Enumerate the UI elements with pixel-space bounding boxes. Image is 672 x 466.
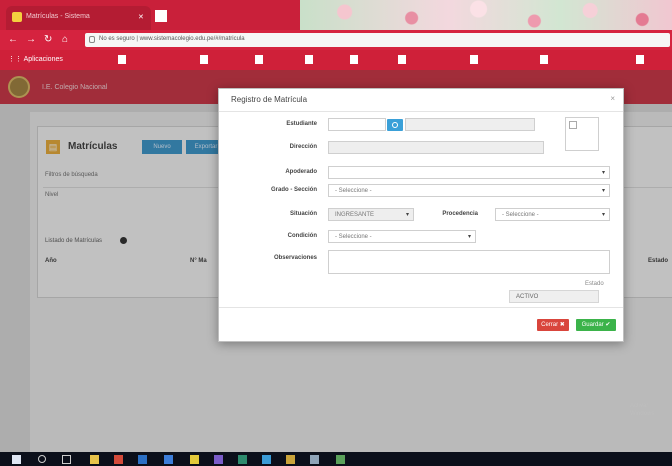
- grade-section-select[interactable]: - Seleccione - ▾: [328, 184, 610, 197]
- image-icon: [569, 121, 577, 129]
- app-icon[interactable]: [336, 455, 345, 464]
- observations-textarea[interactable]: [328, 250, 610, 274]
- address-bar-url: No es seguro | www.sistemacolegio.edu.pe…: [99, 36, 245, 42]
- modal-title: Registro de Matrícula: [231, 95, 308, 104]
- close-icon[interactable]: ✕: [138, 13, 144, 21]
- chevron-down-icon: ▾: [601, 188, 605, 194]
- chrome-icon[interactable]: [114, 455, 123, 464]
- close-icon[interactable]: ×: [610, 94, 615, 103]
- bookmark-icon[interactable]: [200, 55, 208, 64]
- situation-label: Situación: [289, 211, 317, 217]
- app-icon[interactable]: [190, 455, 199, 464]
- student-code-input[interactable]: [328, 118, 386, 131]
- divider: [219, 111, 623, 112]
- info-icon[interactable]: [89, 36, 95, 43]
- status-label: Estado: [585, 281, 604, 287]
- app-icon[interactable]: [310, 455, 319, 464]
- enrollment-modal: Registro de Matrícula × Estudiante Direc…: [218, 88, 624, 342]
- grade-section-value: - Seleccione -: [335, 188, 372, 194]
- browser-tab[interactable]: Matrículas - Sistema ✕: [6, 6, 151, 30]
- browser-theme-pattern: [300, 0, 672, 30]
- guardian-label: Apoderado: [285, 169, 317, 175]
- new-tab-button[interactable]: [155, 10, 167, 22]
- bookmark-icon[interactable]: [398, 55, 406, 64]
- chevron-down-icon: ▾: [601, 170, 605, 176]
- apps-label: Aplicaciones: [23, 56, 63, 63]
- chevron-down-icon: ▾: [601, 212, 605, 218]
- situation-value: INGRESANTE: [335, 212, 375, 218]
- forward-icon[interactable]: →: [26, 34, 36, 46]
- bookmark-icon[interactable]: [470, 55, 478, 64]
- windows-start-icon[interactable]: [12, 455, 21, 464]
- bookmark-icon[interactable]: [255, 55, 263, 64]
- bookmark-icon[interactable]: [118, 55, 126, 64]
- guardian-select[interactable]: ▾: [328, 166, 610, 179]
- browser-tab-title: Matrículas - Sistema: [26, 13, 90, 20]
- close-button[interactable]: Cerrar ✖: [537, 319, 569, 331]
- apps-bookmark[interactable]: ⋮⋮ Aplicaciones: [8, 55, 63, 63]
- origin-value: - Seleccione -: [502, 212, 539, 218]
- search-icon[interactable]: [38, 455, 46, 463]
- status-field: ACTIVO: [509, 290, 599, 303]
- app-icon[interactable]: [164, 455, 173, 464]
- reload-icon[interactable]: ↻: [44, 34, 52, 46]
- file-explorer-icon[interactable]: [90, 455, 99, 464]
- back-icon[interactable]: ←: [8, 34, 18, 46]
- bookmark-icon[interactable]: [350, 55, 358, 64]
- grade-section-label: Grado - Sección: [270, 187, 317, 193]
- divider: [219, 307, 623, 308]
- status-value: ACTIVO: [516, 294, 539, 300]
- address-field: [328, 141, 544, 154]
- bookmark-icon[interactable]: [636, 55, 644, 64]
- chevron-down-icon: ▾: [405, 212, 409, 218]
- chevron-down-icon: ▾: [467, 234, 471, 240]
- app-icon[interactable]: [238, 455, 247, 464]
- app-icon[interactable]: [262, 455, 271, 464]
- origin-label: Procedencia: [442, 211, 478, 217]
- app-icon[interactable]: [286, 455, 295, 464]
- student-label: Estudiante: [286, 121, 317, 127]
- search-button[interactable]: [387, 119, 403, 131]
- situation-select[interactable]: INGRESANTE ▾: [328, 208, 414, 221]
- home-icon[interactable]: ⌂: [62, 34, 68, 46]
- apps-grid-icon: ⋮⋮: [8, 56, 24, 63]
- address-bar[interactable]: No es seguro | www.sistemacolegio.edu.pe…: [85, 33, 670, 47]
- task-view-icon[interactable]: [62, 455, 71, 464]
- condition-label: Condición: [287, 233, 317, 239]
- save-button[interactable]: Guardar ✔: [576, 319, 616, 331]
- address-label: Dirección: [289, 144, 317, 150]
- condition-select[interactable]: - Seleccione - ▾: [328, 230, 476, 243]
- student-name-field: [405, 118, 535, 131]
- condition-value: - Seleccione -: [335, 234, 372, 240]
- student-photo: [565, 117, 599, 151]
- bookmark-icon[interactable]: [305, 55, 313, 64]
- visual-studio-icon[interactable]: [214, 455, 223, 464]
- bookmark-icon[interactable]: [540, 55, 548, 64]
- favicon-icon: [12, 12, 22, 22]
- activate-windows-watermark: Activar Windows: [630, 403, 655, 417]
- origin-select[interactable]: - Seleccione - ▾: [495, 208, 610, 221]
- word-icon[interactable]: [138, 455, 147, 464]
- observations-label: Observaciones: [273, 255, 317, 261]
- bookmarks-bar: [0, 50, 672, 70]
